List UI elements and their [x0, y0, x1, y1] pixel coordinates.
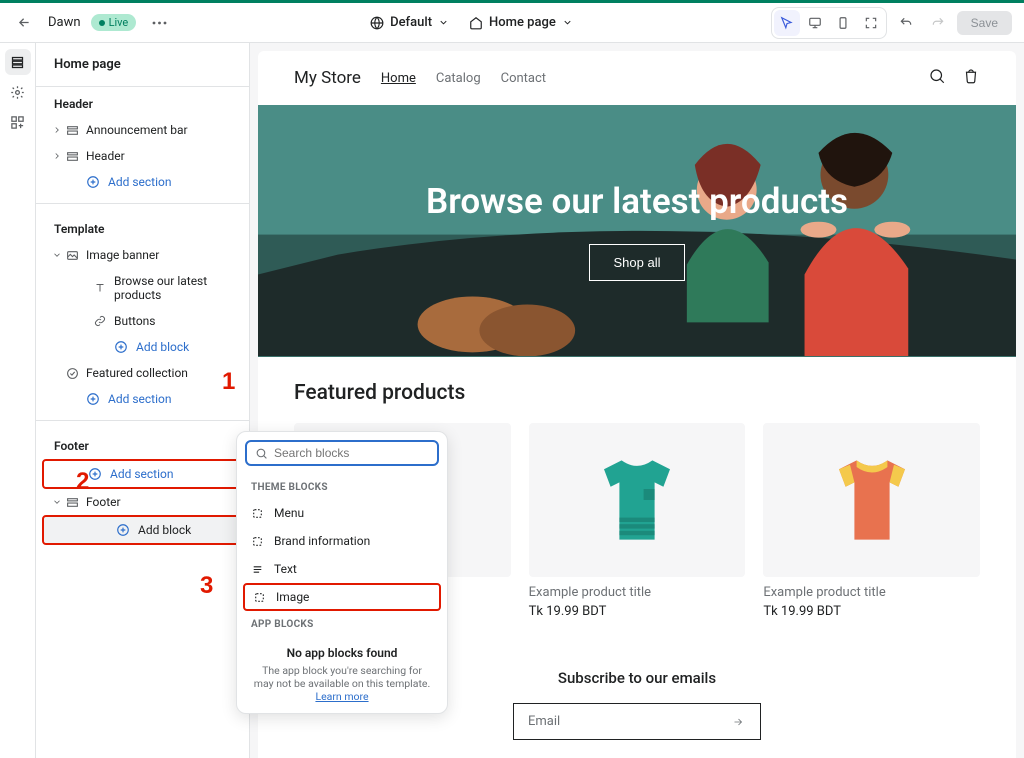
- apps-icon[interactable]: [5, 109, 31, 135]
- chevron-down-icon: [52, 497, 62, 507]
- block-picker-popup: THEME BLOCKS Menu Brand information Text…: [236, 431, 448, 714]
- block-icon: [251, 535, 264, 548]
- annotation-3: 3: [200, 572, 213, 600]
- inspector-icon[interactable]: [774, 10, 800, 36]
- arrow-right-icon: [730, 716, 746, 728]
- plus-circle-icon: [88, 467, 102, 481]
- product-card[interactable]: Example product title Tk 19.99 BDT: [763, 423, 980, 619]
- section-icon: [66, 124, 79, 137]
- chevron-right-icon: [52, 125, 62, 135]
- add-block-banner[interactable]: Add block: [36, 334, 249, 360]
- group-header: Header: [36, 87, 249, 117]
- status-badge: Live: [91, 14, 137, 31]
- add-section-header[interactable]: Add section: [36, 169, 249, 195]
- block-icon: [253, 591, 266, 604]
- hero-cta-button[interactable]: Shop all: [589, 244, 686, 281]
- no-app-blocks: No app blocks found: [237, 636, 447, 664]
- chevron-down-icon: [562, 17, 573, 28]
- block-option-text[interactable]: Text: [237, 555, 447, 583]
- theme-name: Dawn: [48, 15, 81, 30]
- add-section-template[interactable]: Add section: [36, 386, 249, 412]
- sidebar-item-featured-collection[interactable]: Featured collection: [36, 360, 249, 386]
- block-option-menu[interactable]: Menu: [237, 499, 447, 527]
- store-header: My Store Home Catalog Contact: [258, 51, 1016, 105]
- plus-circle-icon: [86, 175, 100, 189]
- sidebar-item-announcement[interactable]: Announcement bar: [36, 117, 249, 143]
- hero-title: Browse our latest products: [426, 181, 848, 222]
- nav-home[interactable]: Home: [381, 71, 416, 86]
- chevron-down-icon: [52, 250, 62, 260]
- tshirt-icon: [817, 445, 927, 555]
- page-selector[interactable]: Home page: [469, 15, 573, 30]
- store-brand: My Store: [294, 68, 361, 88]
- channel-selector[interactable]: Default: [370, 15, 449, 30]
- save-button[interactable]: Save: [957, 11, 1012, 35]
- annotation-2: 2: [76, 468, 89, 496]
- chevron-down-icon: [438, 17, 449, 28]
- search-input-wrapper[interactable]: [245, 440, 439, 466]
- section-icon: [66, 496, 79, 509]
- add-block-footer[interactable]: Add block: [44, 517, 241, 543]
- block-option-brand[interactable]: Brand information: [237, 527, 447, 555]
- plus-circle-icon: [86, 392, 100, 406]
- page-title: Home page: [36, 43, 249, 87]
- text-icon: [251, 563, 264, 576]
- annotation-1: 1: [222, 368, 235, 396]
- app-blocks-help: The app block you're searching for may n…: [237, 664, 447, 703]
- link-icon: [94, 315, 106, 327]
- desktop-icon[interactable]: [802, 10, 828, 36]
- plus-circle-icon: [116, 523, 130, 537]
- sidebar-item-header[interactable]: Header: [36, 143, 249, 169]
- hero-illustration: [258, 105, 1016, 356]
- block-icon: [251, 507, 264, 520]
- nav-catalog[interactable]: Catalog: [436, 71, 481, 86]
- sidebar-item-banner-buttons[interactable]: Buttons: [36, 308, 249, 334]
- hero-banner: Browse our latest products Shop all: [258, 105, 1016, 357]
- nav-contact[interactable]: Contact: [501, 71, 546, 86]
- search-icon[interactable]: [928, 67, 946, 89]
- app-blocks-heading: APP BLOCKS: [237, 611, 447, 636]
- globe-icon: [370, 16, 384, 30]
- section-icon: [66, 150, 79, 163]
- add-section-footer[interactable]: Add section: [44, 461, 241, 487]
- product-card[interactable]: Example product title Tk 19.99 BDT: [529, 423, 746, 619]
- text-icon: [94, 282, 106, 294]
- plus-circle-icon: [114, 340, 128, 354]
- topbar: Dawn Live Default Home page: [0, 3, 1024, 43]
- sections-icon[interactable]: [5, 49, 31, 75]
- block-option-image[interactable]: Image: [243, 583, 441, 611]
- group-footer: Footer: [36, 429, 249, 459]
- mobile-icon[interactable]: [830, 10, 856, 36]
- sidebar-item-banner-heading[interactable]: Browse our latest products: [36, 268, 249, 308]
- home-icon: [469, 16, 483, 30]
- more-icon[interactable]: [146, 10, 172, 36]
- sidebar: Home page Header Announcement bar Header…: [36, 43, 250, 758]
- exit-icon[interactable]: [12, 10, 38, 36]
- search-icon: [255, 447, 268, 460]
- undo-icon[interactable]: [893, 10, 919, 36]
- theme-settings-icon[interactable]: [5, 79, 31, 105]
- featured-title: Featured products: [294, 381, 980, 405]
- learn-more-link[interactable]: Learn more: [315, 690, 368, 703]
- tshirt-icon: [582, 445, 692, 555]
- search-input[interactable]: [274, 446, 429, 460]
- fullscreen-icon[interactable]: [858, 10, 884, 36]
- sidebar-item-image-banner[interactable]: Image banner: [36, 242, 249, 268]
- sidebar-item-footer[interactable]: Footer: [36, 489, 249, 515]
- theme-blocks-heading: THEME BLOCKS: [237, 474, 447, 499]
- image-icon: [66, 249, 79, 262]
- chevron-right-icon: [52, 151, 62, 161]
- email-field[interactable]: Email: [513, 703, 761, 740]
- redo-icon[interactable]: [925, 10, 951, 36]
- cart-icon[interactable]: [962, 67, 980, 89]
- collection-icon: [66, 367, 79, 380]
- group-template: Template: [36, 212, 249, 242]
- icon-rail: [0, 43, 36, 758]
- subscribe-title: Subscribe to our emails: [558, 669, 716, 687]
